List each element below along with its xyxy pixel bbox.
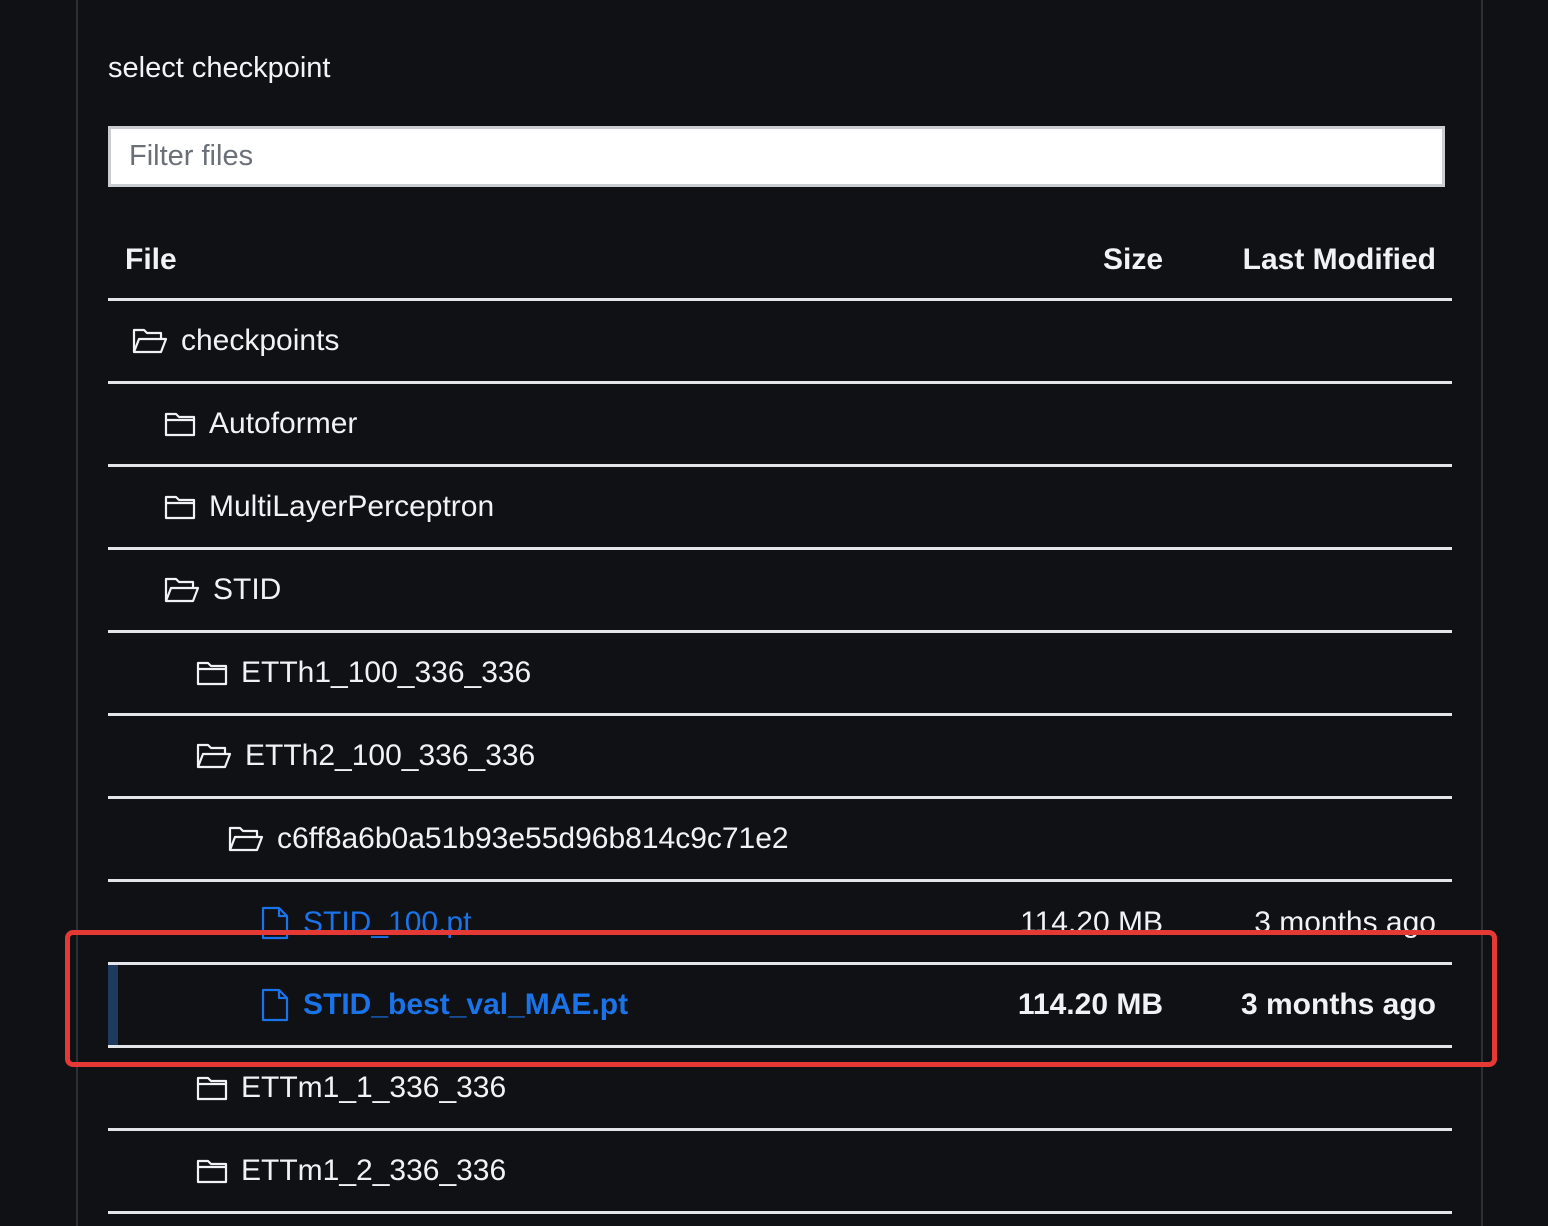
tree-row[interactable]: MultiLayerPerceptron <box>108 467 1452 550</box>
tree-row-label: MultiLayerPerceptron <box>209 490 495 523</box>
folder-open-icon <box>228 824 264 854</box>
tree-row[interactable]: checkpoints <box>108 301 1452 384</box>
tree-row-label: c6ff8a6b0a51b93e55d96b814c9c71e2 <box>277 822 789 855</box>
tree-row[interactable]: Autoformer <box>108 384 1452 467</box>
selection-indicator <box>108 965 118 1045</box>
folder-open-icon <box>196 741 232 771</box>
file-row[interactable]: STID_100.pt 114.20 MB 3 months ago <box>108 882 1452 965</box>
folder-open-icon <box>132 326 168 356</box>
file-row-selected[interactable]: STID_best_val_MAE.pt 114.20 MB 3 months … <box>108 965 1452 1048</box>
file-size: 114.20 MB <box>1020 906 1163 939</box>
tree-row-label: checkpoints <box>181 324 340 357</box>
tree-row-label: ETTh2_100_336_336 <box>245 739 536 772</box>
tree-row[interactable]: c6ff8a6b0a51b93e55d96b814c9c71e2 <box>108 799 1452 882</box>
file-name-link[interactable]: STID_100.pt <box>303 906 471 940</box>
tree-row-label: Autoformer <box>209 407 358 440</box>
folder-icon <box>196 659 228 687</box>
tree-row[interactable]: ETTm1_2_336_336 <box>108 1131 1452 1214</box>
file-name-link[interactable]: STID_best_val_MAE.pt <box>303 988 628 1022</box>
folder-icon <box>196 1074 228 1102</box>
tree-row-label: ETTm1_1_336_336 <box>241 1071 507 1104</box>
file-table: File Size Last Modified checkpoints Auto… <box>108 218 1452 1214</box>
tree-row-label: ETTh1_100_336_336 <box>241 656 532 689</box>
tree-row-label: ETTm1_2_336_336 <box>241 1154 507 1187</box>
tree-row-label: STID <box>213 573 282 606</box>
tree-row[interactable]: ETTh1_100_336_336 <box>108 633 1452 716</box>
folder-icon <box>164 410 196 438</box>
column-header-file[interactable]: File <box>125 243 177 277</box>
tree-row[interactable]: ETTm1_1_336_336 <box>108 1048 1452 1131</box>
column-header-size[interactable]: Size <box>1103 243 1163 277</box>
column-header-last-modified[interactable]: Last Modified <box>1243 243 1436 277</box>
panel-title: select checkpoint <box>108 52 331 84</box>
file-icon <box>260 988 290 1022</box>
table-header: File Size Last Modified <box>108 218 1452 301</box>
file-modified: 3 months ago <box>1254 906 1436 939</box>
tree-row[interactable]: STID <box>108 550 1452 633</box>
folder-icon <box>196 1157 228 1185</box>
folder-open-icon <box>164 575 200 605</box>
file-modified: 3 months ago <box>1240 988 1436 1021</box>
filter-files-input[interactable] <box>108 126 1445 187</box>
tree-row[interactable]: ETTh2_100_336_336 <box>108 716 1452 799</box>
file-size: 114.20 MB <box>1017 988 1163 1021</box>
folder-icon <box>164 493 196 521</box>
file-icon <box>260 906 290 940</box>
